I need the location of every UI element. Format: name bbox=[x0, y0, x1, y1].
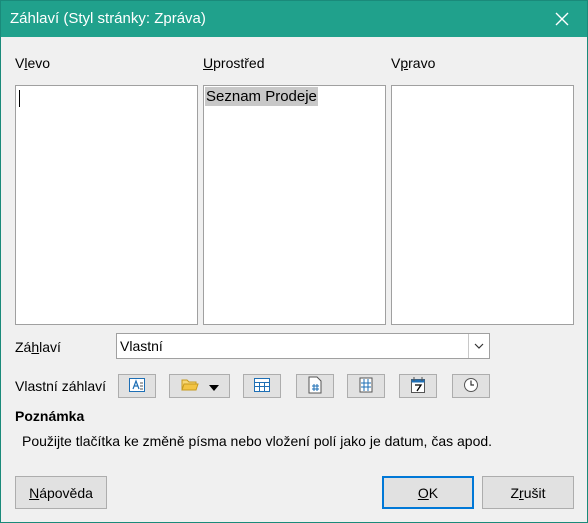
insert-file-button[interactable] bbox=[169, 374, 230, 398]
page-icon bbox=[358, 376, 374, 397]
header-select[interactable]: Vlastní bbox=[116, 333, 490, 359]
title-field-button[interactable] bbox=[243, 374, 281, 398]
ok-button-label: OK bbox=[417, 484, 439, 501]
time-icon bbox=[463, 377, 479, 396]
help-button-label: Nápověda bbox=[29, 484, 93, 501]
cancel-button-label: Zrušit bbox=[510, 484, 546, 501]
chevron-down-icon bbox=[208, 378, 219, 394]
time-field-button[interactable] bbox=[452, 374, 490, 398]
custom-header-label: Vlastní záhlaví bbox=[15, 378, 107, 394]
text-attributes-icon bbox=[128, 377, 146, 396]
title-icon bbox=[253, 377, 271, 396]
right-pane-label: Vpravo bbox=[391, 55, 436, 71]
date-field-button[interactable] bbox=[399, 374, 437, 398]
help-button[interactable]: Nápověda bbox=[15, 476, 107, 509]
header-label: Záhlaví bbox=[15, 339, 61, 355]
header-select-value: Vlastní bbox=[120, 338, 163, 354]
text-attributes-button[interactable] bbox=[118, 374, 156, 398]
note-text: Použijte tlačítka ke změně písma nebo vl… bbox=[22, 433, 493, 449]
note-heading: Poznámka bbox=[15, 408, 85, 424]
open-file-icon bbox=[180, 378, 199, 395]
center-area-editor[interactable]: Seznam Prodeje bbox=[203, 85, 386, 325]
left-pane-label: Vlevo bbox=[15, 55, 51, 71]
center-pane-label: Uprostřed bbox=[203, 55, 265, 71]
ok-button[interactable]: OK bbox=[382, 476, 474, 509]
right-area-editor[interactable] bbox=[391, 85, 574, 325]
center-area-content: Seznam Prodeje bbox=[205, 87, 318, 106]
title-bar: Záhlaví (Styl stránky: Zpráva) bbox=[1, 1, 587, 37]
page-field-button[interactable] bbox=[347, 374, 385, 398]
cancel-button[interactable]: Zrušit bbox=[482, 476, 574, 509]
window-title: Záhlaví (Styl stránky: Zpráva) bbox=[10, 10, 206, 27]
left-area-editor[interactable] bbox=[15, 85, 198, 325]
date-icon bbox=[410, 376, 426, 397]
chevron-down-icon[interactable] bbox=[468, 334, 489, 358]
header-dialog: Záhlaví (Styl stránky: Zpráva) Vlevo Upr… bbox=[0, 0, 588, 523]
sheet-name-button[interactable] bbox=[296, 374, 334, 398]
text-cursor bbox=[19, 90, 20, 107]
sheet-name-icon bbox=[307, 376, 323, 397]
close-icon[interactable] bbox=[549, 7, 575, 31]
